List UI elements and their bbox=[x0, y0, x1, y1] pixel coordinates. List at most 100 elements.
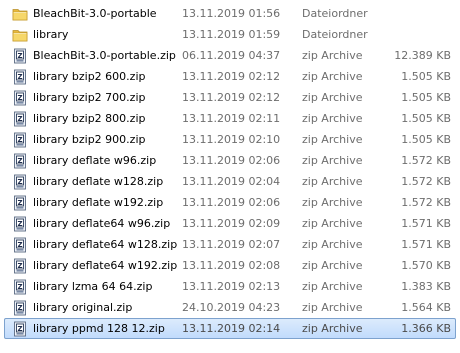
file-row[interactable]: Z library deflate w128.zip 13.11.2019 02… bbox=[4, 171, 456, 192]
file-type: zip Archive bbox=[302, 322, 363, 335]
file-size: 1.366 KB bbox=[401, 322, 451, 335]
file-date-modified: 13.11.2019 02:08 bbox=[182, 259, 281, 272]
file-name: library ppmd 128 12.zip bbox=[33, 322, 165, 335]
file-row[interactable]: Z library ppmd 128 12.zip 13.11.2019 02:… bbox=[4, 318, 456, 339]
file-size: 1.505 KB bbox=[401, 70, 451, 83]
file-list: BleachBit-3.0-portable 13.11.2019 01:56 … bbox=[0, 0, 460, 339]
svg-text:Z: Z bbox=[17, 262, 22, 270]
svg-text:Z: Z bbox=[17, 136, 22, 144]
file-row[interactable]: Z library deflate64 w96.zip 13.11.2019 0… bbox=[4, 213, 456, 234]
file-type: Dateiordner bbox=[302, 28, 368, 41]
file-name: library deflate w128.zip bbox=[33, 175, 164, 188]
file-date-modified: 13.11.2019 01:59 bbox=[182, 28, 281, 41]
file-size: 1.571 KB bbox=[401, 238, 451, 251]
file-size: 12.389 KB bbox=[394, 49, 451, 62]
file-type: zip Archive bbox=[302, 238, 363, 251]
zip-archive-icon: Z bbox=[12, 300, 28, 316]
file-type: zip Archive bbox=[302, 217, 363, 230]
file-row[interactable]: Z library deflate w192.zip 13.11.2019 02… bbox=[4, 192, 456, 213]
file-size: 1.572 KB bbox=[401, 154, 451, 167]
folder-icon bbox=[12, 6, 28, 22]
file-type: zip Archive bbox=[302, 259, 363, 272]
file-row[interactable]: Z library bzip2 900.zip 13.11.2019 02:10… bbox=[4, 129, 456, 150]
file-type: zip Archive bbox=[302, 70, 363, 83]
file-row[interactable]: BleachBit-3.0-portable 13.11.2019 01:56 … bbox=[4, 3, 456, 24]
file-name: BleachBit-3.0-portable.zip bbox=[33, 49, 176, 62]
svg-text:Z: Z bbox=[17, 94, 22, 102]
file-name: library bbox=[33, 28, 69, 41]
file-row[interactable]: library 13.11.2019 01:59 Dateiordner bbox=[4, 24, 456, 45]
file-date-modified: 24.10.2019 04:23 bbox=[182, 301, 281, 314]
file-size: 1.572 KB bbox=[401, 175, 451, 188]
file-date-modified: 13.11.2019 02:11 bbox=[182, 112, 281, 125]
zip-archive-icon: Z bbox=[12, 69, 28, 85]
file-date-modified: 06.11.2019 04:37 bbox=[182, 49, 281, 62]
file-date-modified: 13.11.2019 02:06 bbox=[182, 154, 281, 167]
file-size: 1.572 KB bbox=[401, 196, 451, 209]
svg-text:Z: Z bbox=[17, 73, 22, 81]
zip-archive-icon: Z bbox=[12, 111, 28, 127]
svg-text:Z: Z bbox=[17, 199, 22, 207]
file-date-modified: 13.11.2019 02:10 bbox=[182, 133, 281, 146]
zip-archive-icon: Z bbox=[12, 237, 28, 253]
zip-archive-icon: Z bbox=[12, 174, 28, 190]
svg-text:Z: Z bbox=[17, 157, 22, 165]
zip-archive-icon: Z bbox=[12, 90, 28, 106]
file-row[interactable]: Z library deflate w96.zip 13.11.2019 02:… bbox=[4, 150, 456, 171]
zip-archive-icon: Z bbox=[12, 132, 28, 148]
file-type: zip Archive bbox=[302, 49, 363, 62]
file-name: library bzip2 900.zip bbox=[33, 133, 146, 146]
file-name: library original.zip bbox=[33, 301, 133, 314]
file-date-modified: 13.11.2019 02:14 bbox=[182, 322, 281, 335]
file-row[interactable]: Z library original.zip 24.10.2019 04:23 … bbox=[4, 297, 456, 318]
file-row[interactable]: Z BleachBit-3.0-portable.zip 06.11.2019 … bbox=[4, 45, 456, 66]
file-type: zip Archive bbox=[302, 301, 363, 314]
file-name: library deflate w192.zip bbox=[33, 196, 164, 209]
file-size: 1.505 KB bbox=[401, 133, 451, 146]
file-row[interactable]: Z library deflate64 w128.zip 13.11.2019 … bbox=[4, 234, 456, 255]
svg-text:Z: Z bbox=[17, 283, 22, 291]
zip-archive-icon: Z bbox=[12, 216, 28, 232]
file-type: Dateiordner bbox=[302, 7, 368, 20]
file-row[interactable]: Z library bzip2 600.zip 13.11.2019 02:12… bbox=[4, 66, 456, 87]
file-size: 1.570 KB bbox=[401, 259, 451, 272]
zip-archive-icon: Z bbox=[12, 321, 28, 337]
file-size: 1.571 KB bbox=[401, 217, 451, 230]
file-type: zip Archive bbox=[302, 112, 363, 125]
file-type: zip Archive bbox=[302, 196, 363, 209]
file-size: 1.505 KB bbox=[401, 91, 451, 104]
svg-text:Z: Z bbox=[17, 241, 22, 249]
file-size: 1.383 KB bbox=[401, 280, 451, 293]
file-date-modified: 13.11.2019 02:07 bbox=[182, 238, 281, 251]
svg-text:Z: Z bbox=[17, 178, 22, 186]
file-size: 1.505 KB bbox=[401, 112, 451, 125]
file-date-modified: 13.11.2019 02:12 bbox=[182, 91, 281, 104]
svg-text:Z: Z bbox=[17, 220, 22, 228]
svg-text:Z: Z bbox=[17, 52, 22, 60]
zip-archive-icon: Z bbox=[12, 153, 28, 169]
file-date-modified: 13.11.2019 02:04 bbox=[182, 175, 281, 188]
svg-text:Z: Z bbox=[17, 115, 22, 123]
svg-text:Z: Z bbox=[17, 304, 22, 312]
file-type: zip Archive bbox=[302, 91, 363, 104]
file-row[interactable]: Z library lzma 64 64.zip 13.11.2019 02:1… bbox=[4, 276, 456, 297]
file-row[interactable]: Z library deflate64 w192.zip 13.11.2019 … bbox=[4, 255, 456, 276]
file-name: BleachBit-3.0-portable bbox=[33, 7, 157, 20]
file-date-modified: 13.11.2019 02:06 bbox=[182, 196, 281, 209]
file-date-modified: 13.11.2019 02:12 bbox=[182, 70, 281, 83]
file-name: library deflate64 w128.zip bbox=[33, 238, 178, 251]
file-date-modified: 13.11.2019 02:09 bbox=[182, 217, 281, 230]
folder-icon bbox=[12, 27, 28, 43]
file-row[interactable]: Z library bzip2 700.zip 13.11.2019 02:12… bbox=[4, 87, 456, 108]
file-type: zip Archive bbox=[302, 133, 363, 146]
zip-archive-icon: Z bbox=[12, 195, 28, 211]
file-date-modified: 13.11.2019 02:13 bbox=[182, 280, 281, 293]
file-name: library bzip2 700.zip bbox=[33, 91, 146, 104]
zip-archive-icon: Z bbox=[12, 258, 28, 274]
file-name: library deflate w96.zip bbox=[33, 154, 157, 167]
file-name: library deflate64 w192.zip bbox=[33, 259, 178, 272]
file-name: library deflate64 w96.zip bbox=[33, 217, 171, 230]
file-row[interactable]: Z library bzip2 800.zip 13.11.2019 02:11… bbox=[4, 108, 456, 129]
file-name: library bzip2 800.zip bbox=[33, 112, 146, 125]
file-type: zip Archive bbox=[302, 280, 363, 293]
